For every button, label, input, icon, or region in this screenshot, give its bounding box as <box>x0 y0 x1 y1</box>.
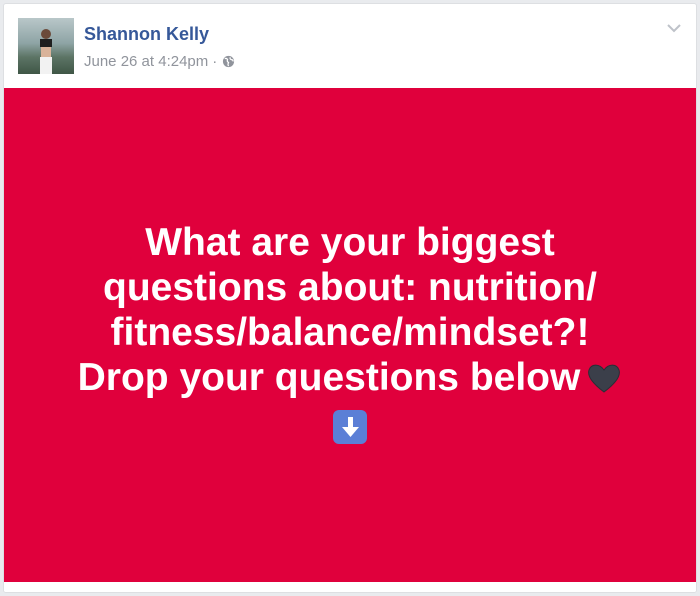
meta-separator: · <box>212 53 218 70</box>
arrow-line <box>40 400 660 445</box>
post-header: Shannon Kelly June 26 at 4:24pm · <box>4 4 696 88</box>
banner-message: What are your biggest questions about: n… <box>40 220 660 445</box>
post-card: Shannon Kelly June 26 at 4:24pm · What a… <box>3 3 697 593</box>
post-timestamp-link[interactable]: June 26 at 4:24pm <box>84 53 208 70</box>
banner-line-3: fitness/balance/mindset?! <box>110 310 590 354</box>
globe-icon[interactable] <box>222 55 235 68</box>
avatar-person-figure <box>40 29 52 74</box>
post-meta: June 26 at 4:24pm · <box>84 53 235 70</box>
banner-line-4: Drop your questions below <box>77 355 581 399</box>
chevron-down-icon[interactable] <box>666 22 682 34</box>
black-heart-emoji-icon <box>588 364 621 393</box>
banner-line-1: What are your biggest <box>145 220 555 264</box>
avatar[interactable] <box>18 18 74 74</box>
author-name-link[interactable]: Shannon Kelly <box>84 24 209 45</box>
down-arrow-emoji-icon <box>333 410 367 445</box>
banner-line-2: questions about: nutrition/ <box>103 265 597 309</box>
colored-text-banner: What are your biggest questions about: n… <box>4 88 696 582</box>
banner-line-4-wrapper: Drop your questions below <box>40 355 660 400</box>
post-footer <box>4 582 696 592</box>
